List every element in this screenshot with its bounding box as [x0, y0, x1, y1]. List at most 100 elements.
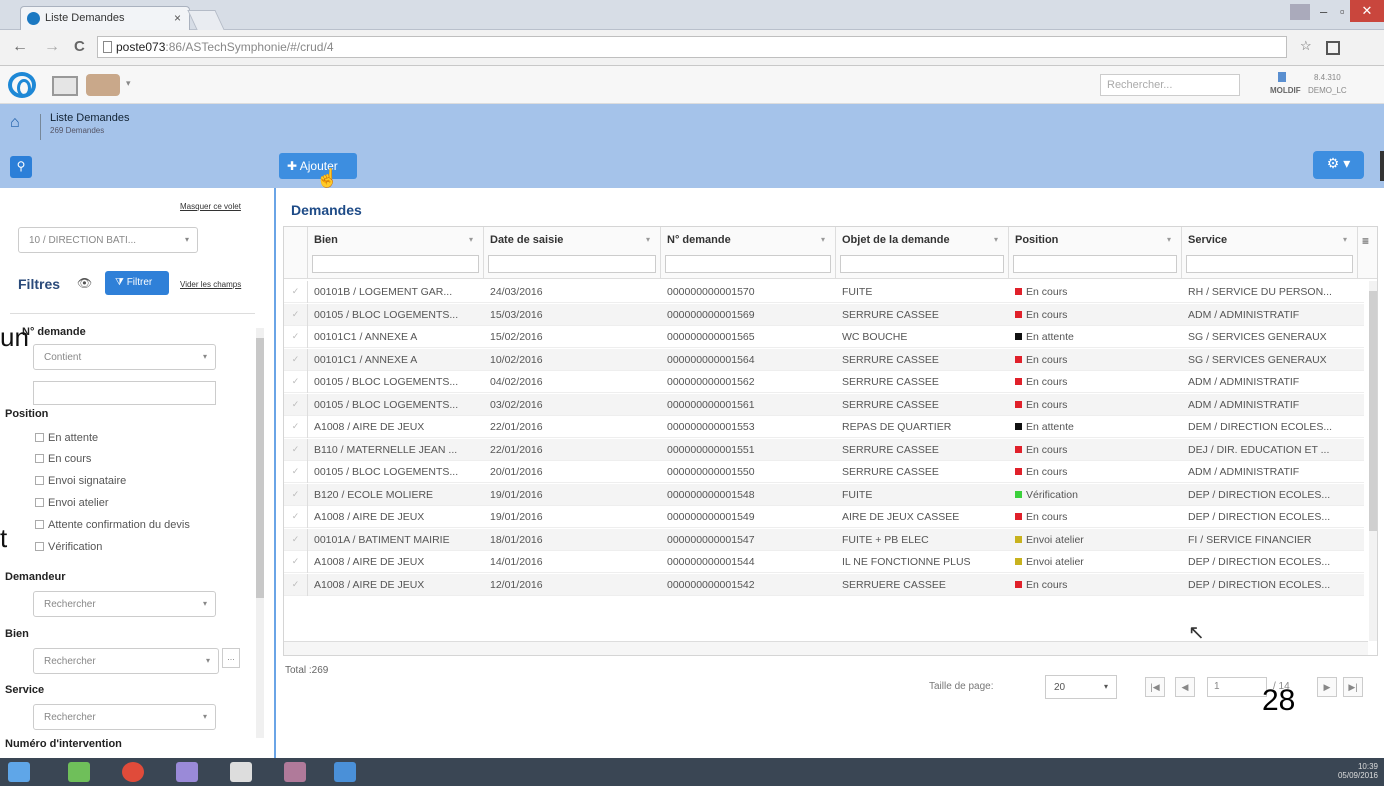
- table-row[interactable]: ✓ 00105 / BLOC LOGEMENTS... 20/01/2016 0000…: [284, 461, 1364, 483]
- table-row[interactable]: ✓ B110 / MATERNELLE JEAN ... 22/01/2016 000…: [284, 438, 1364, 461]
- row-select-checkbox[interactable]: ✓: [284, 393, 308, 416]
- back-button[interactable]: ←: [12, 38, 28, 56]
- service-select[interactable]: Rechercher ▾: [33, 704, 216, 730]
- col-header-ndemande[interactable]: N° demande ▾: [661, 227, 836, 279]
- table-row[interactable]: ✓ B120 / ECOLE MOLIERE 19/01/2016 000000000…: [284, 483, 1364, 506]
- col-filter-input[interactable]: [488, 255, 656, 273]
- table-row[interactable]: ✓ A1008 / AIRE DE JEUX 19/01/2016 000000000…: [284, 506, 1364, 528]
- table-row[interactable]: ✓ 00105 / BLOC LOGEMENTS... 04/02/2016 0000…: [284, 371, 1364, 393]
- building-icon[interactable]: [52, 76, 78, 96]
- position-checkbox-envoi-atelier[interactable]: Envoi atelier: [35, 497, 109, 509]
- eye-icon[interactable]: 👁: [77, 276, 92, 290]
- row-select-checkbox[interactable]: ✓: [284, 438, 308, 461]
- col-header-service[interactable]: Service ▾: [1182, 227, 1358, 279]
- row-select-checkbox[interactable]: ✓: [284, 483, 308, 506]
- row-select-checkbox[interactable]: ✓: [284, 348, 308, 371]
- tab-close-icon[interactable]: ×: [174, 11, 181, 25]
- page-size-select[interactable]: 20 ▾: [1045, 675, 1117, 699]
- browser-tab[interactable]: Liste Demandes ×: [20, 6, 190, 30]
- window-close-button[interactable]: ✕: [1350, 0, 1384, 22]
- bien-select[interactable]: Rechercher ▾: [33, 648, 219, 674]
- prev-page-button[interactable]: ◀: [1175, 677, 1195, 697]
- scrollbar-thumb[interactable]: [256, 338, 264, 598]
- row-select-checkbox[interactable]: ✓: [284, 416, 308, 438]
- position-checkbox-attente-devis[interactable]: Attente confirmation du devis: [35, 519, 190, 531]
- col-header-objet[interactable]: Objet de la demande ▾: [836, 227, 1009, 279]
- toggle-search-button[interactable]: ⚲: [10, 156, 32, 178]
- table-row[interactable]: ✓ A1008 / AIRE DE JEUX 14/01/2016 000000000…: [284, 551, 1364, 573]
- row-select-checkbox[interactable]: ✓: [284, 573, 308, 596]
- table-row[interactable]: ✓ A1008 / AIRE DE JEUX 22/01/2016 000000000…: [284, 416, 1364, 438]
- position-checkbox-verification[interactable]: Vérification: [35, 541, 102, 553]
- filter-button[interactable]: ⧩ Filtrer: [105, 271, 169, 295]
- first-page-button[interactable]: |◀: [1145, 677, 1165, 697]
- home-icon[interactable]: ⌂: [10, 114, 32, 136]
- table-row[interactable]: ✓ 00101A / BATIMENT MAIRIE 18/01/2016 00000…: [284, 528, 1364, 551]
- users-icon[interactable]: [86, 74, 120, 96]
- bookmark-star-icon[interactable]: ☆: [1300, 38, 1312, 54]
- filter-scrollbar[interactable]: [256, 328, 264, 738]
- profile-icon[interactable]: [1290, 4, 1310, 20]
- row-select-checkbox[interactable]: ✓: [284, 303, 308, 326]
- ndemande-input[interactable]: [33, 381, 216, 405]
- row-select-checkbox[interactable]: ✓: [284, 528, 308, 551]
- hide-panel-link[interactable]: Masquer ce volet: [180, 202, 241, 211]
- scrollbar-thumb[interactable]: [1369, 291, 1377, 531]
- row-select-checkbox[interactable]: ✓: [284, 506, 308, 528]
- new-tab-button[interactable]: [187, 10, 225, 30]
- table-row[interactable]: ✓ 00101C1 / ANNEXE A 10/02/2016 00000000000…: [284, 348, 1364, 371]
- app-logo-icon[interactable]: [8, 72, 36, 98]
- chrome-icon[interactable]: [122, 762, 144, 782]
- col-filter-input[interactable]: [1186, 255, 1353, 273]
- column-menu-icon[interactable]: ≡: [1358, 227, 1377, 279]
- col-filter-input[interactable]: [665, 255, 831, 273]
- minimize-button[interactable]: –: [1320, 4, 1327, 19]
- col-filter-input[interactable]: [1013, 255, 1177, 273]
- table-row[interactable]: ✓ 00105 / BLOC LOGEMENTS... 03/02/2016 0000…: [284, 393, 1364, 416]
- demandeur-select[interactable]: Rechercher ▾: [33, 591, 216, 617]
- system-clock[interactable]: 10:39 05/09/2016: [1338, 762, 1378, 780]
- row-select-checkbox[interactable]: ✓: [284, 551, 308, 573]
- position-checkbox-en-cours[interactable]: En cours: [35, 453, 91, 465]
- grid-vertical-scrollbar[interactable]: [1369, 281, 1377, 641]
- app-icon[interactable]: [176, 762, 198, 782]
- scope-select[interactable]: 10 / DIRECTION BATI... ▾: [18, 227, 198, 253]
- start-icon[interactable]: [8, 762, 30, 782]
- col-filter-input[interactable]: [312, 255, 479, 273]
- position-checkbox-envoi-signataire[interactable]: Envoi signataire: [35, 475, 126, 487]
- col-filter-input[interactable]: [840, 255, 1004, 273]
- select-all-cell[interactable]: [284, 227, 308, 279]
- store-icon[interactable]: [68, 762, 90, 782]
- maximize-button[interactable]: ▫: [1340, 4, 1345, 19]
- row-select-checkbox[interactable]: ✓: [284, 461, 308, 483]
- menu-dropdown-icon[interactable]: ▾: [126, 78, 131, 89]
- url-field[interactable]: poste073:86/ASTechSymphonie/#/crud/4: [97, 36, 1287, 58]
- row-select-checkbox[interactable]: ✓: [284, 281, 308, 303]
- grid-horizontal-scrollbar[interactable]: [284, 641, 1368, 655]
- table-row[interactable]: ✓ 00101C1 / ANNEXE A 15/02/2016 00000000000…: [284, 326, 1364, 348]
- next-page-button[interactable]: ▶: [1317, 677, 1337, 697]
- settings-button[interactable]: ⚙ ▾: [1313, 151, 1364, 179]
- user-info[interactable]: 8.4.310 MOLDIF DEMO_LC: [1250, 70, 1360, 100]
- col-header-bien[interactable]: Bien ▾: [308, 227, 484, 279]
- col-header-date[interactable]: Date de saisie ▾: [484, 227, 661, 279]
- global-search-input[interactable]: Rechercher...: [1100, 74, 1240, 96]
- row-select-checkbox[interactable]: ✓: [284, 326, 308, 348]
- home-app-icon[interactable]: [230, 762, 252, 782]
- extension-icon[interactable]: [1326, 41, 1340, 55]
- tool-icon[interactable]: [284, 762, 306, 782]
- row-select-checkbox[interactable]: ✓: [284, 371, 308, 393]
- page-number-input[interactable]: 1: [1207, 677, 1267, 697]
- table-row[interactable]: ✓ 00105 / BLOC LOGEMENTS... 15/03/2016 0000…: [284, 303, 1364, 326]
- clear-fields-link[interactable]: Vider les champs: [180, 280, 241, 289]
- bien-browse-button[interactable]: ...: [222, 648, 240, 668]
- ie-icon[interactable]: [334, 762, 356, 782]
- reload-button[interactable]: C: [74, 38, 85, 55]
- ndemande-operator-select[interactable]: Contient ▾: [33, 344, 216, 370]
- table-row[interactable]: ✓ A1008 / AIRE DE JEUX 12/01/2016 000000000…: [284, 573, 1364, 596]
- last-page-button[interactable]: ▶|: [1343, 677, 1363, 697]
- position-checkbox-en-attente[interactable]: En attente: [35, 432, 98, 444]
- forward-button[interactable]: →: [44, 38, 60, 56]
- table-row[interactable]: ✓ 00101B / LOGEMENT GAR... 24/03/2016 00000…: [284, 281, 1364, 303]
- col-header-position[interactable]: Position ▾: [1009, 227, 1182, 279]
